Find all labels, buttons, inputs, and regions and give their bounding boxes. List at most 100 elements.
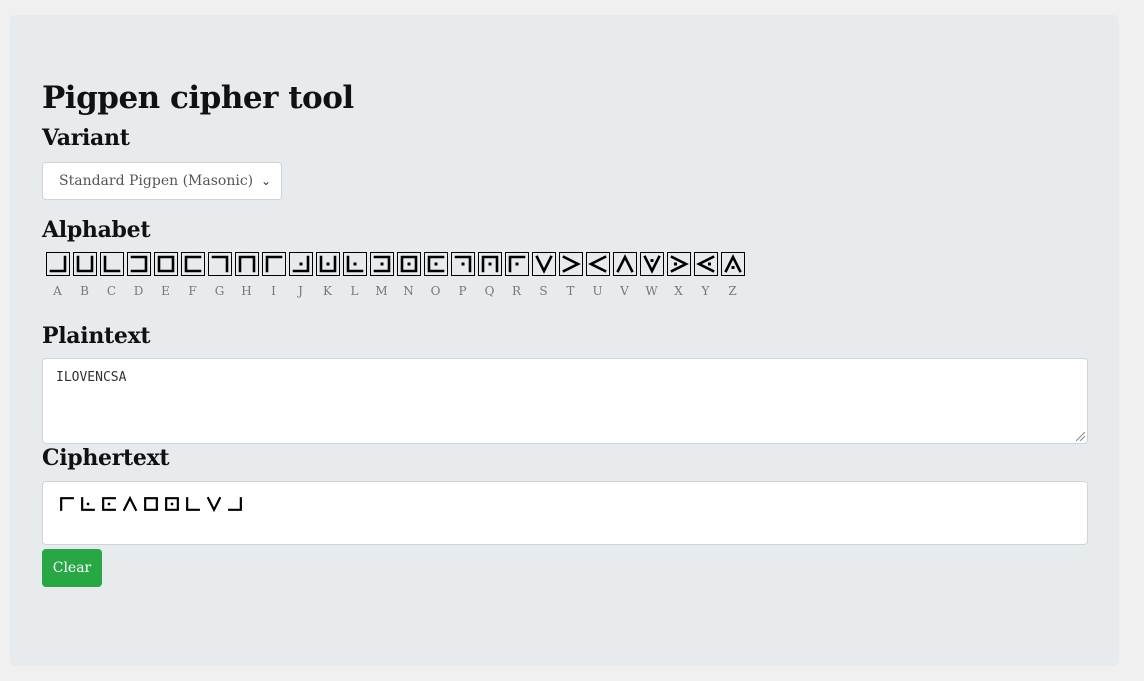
pigpen-glyph-icon bbox=[504, 252, 529, 276]
plaintext-value: ILOVENCSA bbox=[56, 370, 127, 385]
alphabet-cell: Q bbox=[476, 252, 503, 298]
alphabet-letter: Y bbox=[701, 284, 710, 298]
alphabet-cell: Y bbox=[692, 252, 719, 298]
pigpen-glyph-icon bbox=[612, 252, 637, 276]
cipher-glyph-icon bbox=[122, 495, 138, 512]
alphabet-letter: T bbox=[566, 284, 575, 298]
alphabet-cell: X bbox=[665, 252, 692, 298]
alphabet-cell: P bbox=[449, 252, 476, 298]
pigpen-glyph-icon bbox=[666, 252, 691, 276]
alphabet-letter: X bbox=[674, 284, 683, 298]
pigpen-glyph-icon bbox=[639, 252, 664, 276]
pigpen-glyph-icon bbox=[180, 252, 205, 276]
alphabet-cell: T bbox=[557, 252, 584, 298]
alphabet-cell: W bbox=[638, 252, 665, 298]
variant-label: Variant bbox=[42, 125, 130, 151]
cipher-glyph-icon bbox=[60, 497, 74, 511]
cipher-glyph-icon bbox=[144, 497, 158, 511]
pigpen-glyph-icon bbox=[126, 252, 151, 276]
alphabet-cell: H bbox=[233, 252, 260, 298]
cipher-glyph-icon bbox=[165, 497, 179, 511]
pigpen-glyph-icon bbox=[45, 252, 70, 276]
cipher-glyph-icon bbox=[228, 497, 242, 511]
variant-select-value: Standard Pigpen (Masonic) bbox=[59, 173, 254, 189]
alphabet-letter: J bbox=[298, 284, 303, 298]
alphabet-letter: P bbox=[458, 284, 467, 298]
plaintext-input[interactable]: ILOVENCSA bbox=[42, 358, 1088, 444]
alphabet-cell: E bbox=[152, 252, 179, 298]
plaintext-label: Plaintext bbox=[42, 323, 151, 349]
alphabet-letter: N bbox=[403, 284, 414, 298]
alphabet-cell: L bbox=[341, 252, 368, 298]
alphabet-label: Alphabet bbox=[42, 217, 151, 243]
alphabet-letter: B bbox=[80, 284, 89, 298]
alphabet-cell: U bbox=[584, 252, 611, 298]
alphabet-letter: A bbox=[53, 284, 62, 298]
ciphertext-output[interactable] bbox=[42, 481, 1088, 545]
pigpen-glyph-icon bbox=[693, 252, 718, 276]
alphabet-cell: B bbox=[71, 252, 98, 298]
alphabet-cell: D bbox=[125, 252, 152, 298]
pigpen-glyph-icon bbox=[423, 252, 448, 276]
pigpen-glyph-icon bbox=[531, 252, 556, 276]
alphabet-cell: S bbox=[530, 252, 557, 298]
alphabet-letter: R bbox=[511, 284, 522, 298]
pigpen-glyph-icon bbox=[72, 252, 97, 276]
alphabet-cell: G bbox=[206, 252, 233, 298]
alphabet-letter: G bbox=[214, 284, 225, 298]
alphabet-cell: C bbox=[98, 252, 125, 298]
alphabet-cell: F bbox=[179, 252, 206, 298]
alphabet-letter: K bbox=[323, 284, 332, 298]
clear-button[interactable]: Clear bbox=[42, 549, 102, 587]
alphabet-cell: Z bbox=[719, 252, 746, 298]
pigpen-glyph-icon bbox=[585, 252, 610, 276]
alphabet-cell: M bbox=[368, 252, 395, 298]
alphabet-letter: S bbox=[539, 284, 548, 298]
alphabet-cell: O bbox=[422, 252, 449, 298]
alphabet-letter: F bbox=[188, 284, 197, 298]
alphabet-letter: D bbox=[133, 284, 144, 298]
pigpen-glyph-icon bbox=[99, 252, 124, 276]
tool-card: Pigpen cipher tool Variant Standard Pigp… bbox=[10, 15, 1119, 666]
alphabet-letter: U bbox=[592, 284, 603, 298]
alphabet-cell: V bbox=[611, 252, 638, 298]
alphabet-cell: A bbox=[44, 252, 71, 298]
cipher-glyph-icon bbox=[81, 497, 95, 511]
pigpen-glyph-icon bbox=[369, 252, 394, 276]
alphabet-cell: N bbox=[395, 252, 422, 298]
cipher-glyph-icon bbox=[186, 497, 200, 511]
cipher-glyph-icon bbox=[206, 496, 222, 513]
alphabet-letter: M bbox=[375, 284, 388, 298]
pigpen-glyph-icon bbox=[207, 252, 232, 276]
alphabet-cell: J bbox=[287, 252, 314, 298]
alphabet-letter: E bbox=[161, 284, 170, 298]
variant-select[interactable]: Standard Pigpen (Masonic) ⌄ bbox=[42, 162, 282, 200]
alphabet-letter: C bbox=[106, 284, 117, 298]
pigpen-glyph-icon bbox=[558, 252, 583, 276]
alphabet-cell: R bbox=[503, 252, 530, 298]
pigpen-glyph-icon bbox=[720, 252, 745, 276]
alphabet-letter: V bbox=[620, 284, 629, 298]
pigpen-glyph-icon bbox=[234, 252, 259, 276]
alphabet-key: A B C D E F G H I J K L M N O P Q R S T U V W X Y Z bbox=[44, 252, 746, 298]
pigpen-glyph-icon bbox=[261, 252, 286, 276]
alphabet-letter: I bbox=[271, 284, 276, 298]
page-title: Pigpen cipher tool bbox=[42, 80, 354, 116]
pigpen-glyph-icon bbox=[342, 252, 367, 276]
ciphertext-label: Ciphertext bbox=[42, 445, 170, 471]
pigpen-glyph-icon bbox=[288, 252, 313, 276]
resize-grip-icon[interactable] bbox=[1076, 432, 1085, 441]
chevron-down-icon: ⌄ bbox=[260, 174, 271, 188]
pigpen-glyph-icon bbox=[153, 252, 178, 276]
pigpen-glyph-icon bbox=[477, 252, 502, 276]
alphabet-letter: W bbox=[645, 284, 658, 298]
pigpen-glyph-icon bbox=[315, 252, 340, 276]
alphabet-letter: Z bbox=[728, 284, 737, 298]
alphabet-letter: Q bbox=[484, 284, 495, 298]
alphabet-cell: K bbox=[314, 252, 341, 298]
alphabet-letter: H bbox=[241, 284, 252, 298]
ciphertext-glyphs bbox=[57, 494, 246, 514]
pigpen-glyph-icon bbox=[396, 252, 421, 276]
cipher-glyph-icon bbox=[102, 497, 116, 511]
alphabet-letter: L bbox=[350, 284, 359, 298]
